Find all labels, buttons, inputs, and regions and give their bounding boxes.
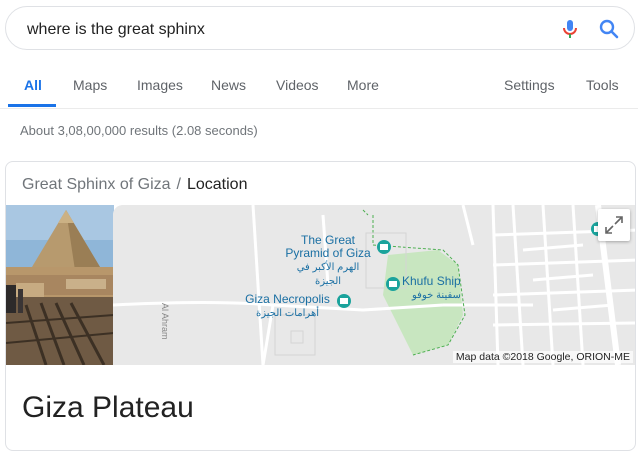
breadcrumb-current: Location [186, 176, 248, 193]
breadcrumb-link[interactable]: Great Sphinx of Giza [22, 176, 171, 193]
search-input[interactable]: where is the great sphinx [27, 21, 205, 39]
giza-necropolis-name: Giza Necropolis [245, 292, 330, 306]
search-box[interactable]: where is the great sphinx [5, 6, 635, 50]
mic-icon[interactable] [558, 17, 582, 41]
tab-more[interactable]: More [347, 77, 379, 93]
great-pyramid-arabic: الهرم الأكبر في الجيزة [296, 262, 360, 287]
giza-necropolis-arabic: أهرامات الجيزة [256, 308, 319, 319]
search-icon[interactable] [597, 17, 621, 41]
map-label-khufu-ship[interactable]: Khufu Ship سفينة خوفو [402, 275, 482, 302]
tab-settings[interactable]: Settings [504, 77, 555, 93]
breadcrumb: Great Sphinx of Giza / Location [22, 176, 247, 194]
great-pyramid-name: The Great [300, 233, 356, 247]
great-pyramid-name-line2: Pyramid of Giza [285, 246, 371, 260]
map-attribution[interactable]: Map data ©2018 Google, ORION-ME [452, 351, 633, 363]
knowledge-card: Great Sphinx of Giza / Location The Grea… [5, 161, 636, 451]
tab-tools[interactable]: Tools [586, 77, 619, 93]
tab-images[interactable]: Images [137, 77, 183, 93]
results-stats: About 3,08,00,000 results (2.08 seconds) [20, 123, 258, 138]
active-tab-indicator [8, 104, 56, 107]
tab-news[interactable]: News [211, 77, 246, 93]
tab-all[interactable]: All [24, 77, 42, 93]
khufu-ship-arabic: سفينة خوفو [412, 290, 461, 301]
location-map[interactable]: The Great Pyramid of Giza الهرم الأكبر ف… [113, 205, 635, 365]
breadcrumb-separator: / [176, 176, 181, 193]
expand-map-button[interactable] [598, 209, 630, 241]
expand-icon [605, 216, 623, 234]
khufu-ship-name: Khufu Ship [402, 274, 461, 288]
map-label-great-pyramid[interactable]: The Great Pyramid of Giza الهرم الأكبر ف… [283, 234, 373, 288]
tab-maps[interactable]: Maps [73, 77, 107, 93]
location-photo[interactable] [6, 205, 114, 365]
search-tabs: All Maps Images News Videos More Setting… [0, 62, 638, 109]
place-title: Giza Plateau [22, 391, 194, 424]
map-label-giza-necropolis[interactable]: Giza Necropolis أهرامات الجيزة [235, 293, 340, 320]
road-label: Al Ahram [160, 303, 170, 340]
tab-videos[interactable]: Videos [276, 77, 319, 93]
